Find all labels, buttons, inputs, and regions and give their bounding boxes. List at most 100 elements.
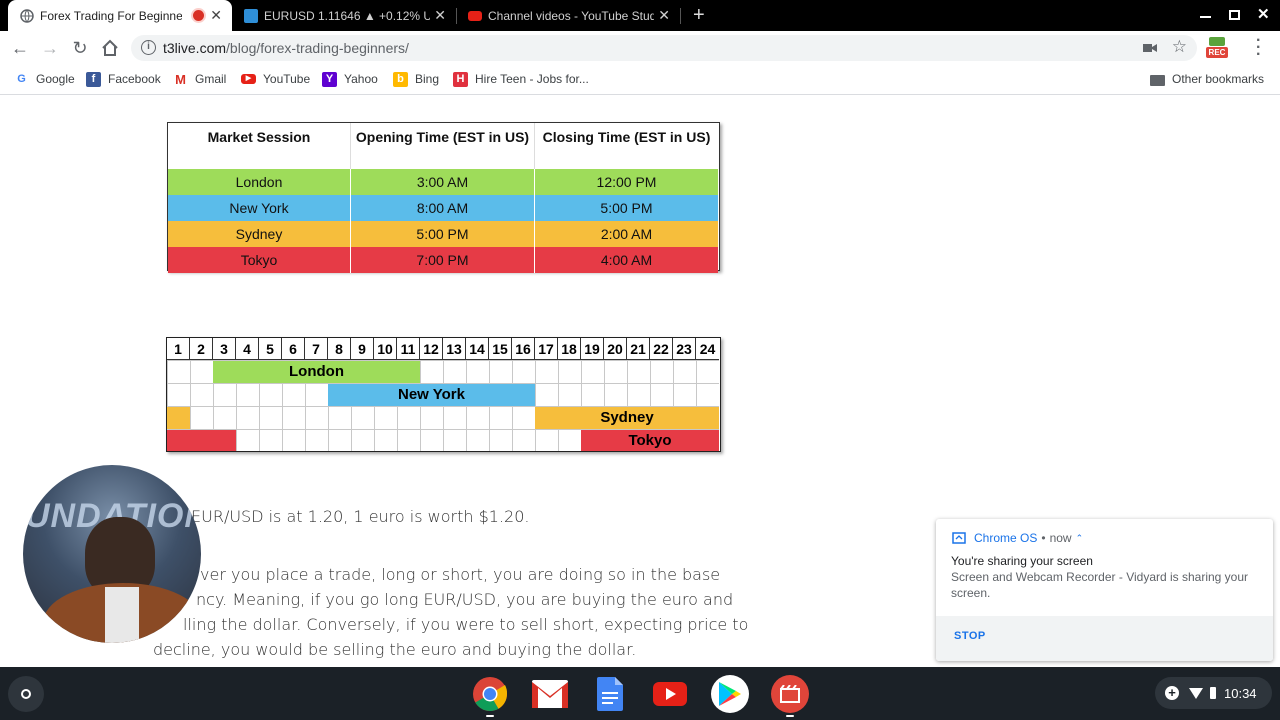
hour-header-row: 1 2 3 4 5 6 7 8 9 10 11 12 13 14 15 16 17 18 19 20 21 22 23 24 — [167, 338, 719, 360]
add-icon: + — [1165, 686, 1179, 700]
clock: 10:34 — [1224, 685, 1257, 701]
gmail-app[interactable] — [531, 675, 569, 713]
site-info-icon[interactable]: i — [141, 40, 156, 55]
table-row: Tokyo 7:00 PM 4:00 AM — [168, 247, 719, 273]
bookmark-yahoo[interactable]: Y Yahoo — [322, 71, 378, 87]
browser-toolbar: ← → ↻ i t3live.com/blog/forex-trading-be… — [0, 31, 1280, 65]
close-tab-icon[interactable]: ✕ — [658, 7, 670, 24]
hour-label: 6 — [282, 338, 305, 360]
webcam-overlay[interactable]: UNDATION — [23, 465, 201, 643]
youtube-app[interactable] — [651, 675, 689, 713]
hour-label: 4 — [236, 338, 259, 360]
google-icon: G — [17, 72, 26, 85]
article-line: lling the dollar. Conversely, if you wer… — [183, 615, 749, 634]
youtube-icon — [653, 682, 687, 706]
menu-kebab-icon[interactable]: · · · — [1256, 33, 1261, 63]
bookmark-youtube[interactable]: ▶ YouTube — [241, 71, 310, 87]
reload-icon[interactable]: ↻ — [70, 38, 90, 58]
session-name: Sydney — [168, 221, 351, 247]
closing-time: 4:00 AM — [535, 247, 718, 273]
hour-label: 18 — [558, 338, 581, 360]
restore-icon[interactable] — [1229, 10, 1240, 20]
tab-separator — [680, 8, 681, 24]
close-tab-icon[interactable]: ✕ — [434, 7, 446, 24]
bookmark-gmail[interactable]: M Gmail — [173, 71, 226, 87]
closing-time: 5:00 PM — [535, 195, 718, 221]
minimize-icon[interactable] — [1200, 16, 1211, 18]
globe-icon — [20, 8, 34, 23]
yahoo-icon: Y — [322, 71, 337, 87]
hour-label: 1 — [167, 338, 190, 360]
chevron-up-icon[interactable]: ⌃ — [1076, 533, 1084, 544]
hour-label: 17 — [535, 338, 558, 360]
session-name: London — [168, 169, 351, 195]
market-session-table: Market Session Opening Time (EST in US) … — [167, 122, 720, 273]
facebook-icon: f — [86, 71, 101, 87]
article-paragraph: EUR/USD is at 1.20, 1 euro is worth $1.2… — [191, 507, 530, 526]
camera-in-use-icon[interactable] — [1143, 42, 1157, 54]
gmail-icon — [532, 680, 568, 708]
tab-eurusd[interactable]: EURUSD 1.11646 ▲ +0.12% Unnamed ✕ — [232, 0, 456, 31]
tab-youtube-studio[interactable]: Channel videos - YouTube Studio ✕ — [456, 0, 680, 31]
tab-title: Channel videos - YouTube Studio — [488, 8, 654, 23]
tradingview-icon — [244, 8, 258, 23]
play-store-app[interactable] — [711, 675, 749, 713]
webcam-person-shirt — [105, 587, 139, 643]
opening-time: 8:00 AM — [351, 195, 535, 221]
running-indicator — [486, 715, 494, 717]
bookmark-hire-teen[interactable]: H Hire Teen - Jobs for... — [453, 71, 589, 87]
url-text[interactable]: t3live.com/blog/forex-trading-beginners/ — [163, 40, 409, 56]
close-tab-icon[interactable]: ✕ — [210, 7, 222, 24]
hour-label: 21 — [627, 338, 650, 360]
column-header: Opening Time (EST in US) — [351, 123, 535, 169]
address-bar[interactable]: i t3live.com/blog/forex-trading-beginner… — [131, 35, 1197, 61]
play-store-icon — [719, 682, 741, 706]
stop-sharing-button[interactable]: STOP — [954, 630, 986, 642]
back-icon[interactable]: ← — [10, 38, 30, 58]
wifi-icon — [1189, 687, 1203, 699]
session-bar-london: London — [213, 361, 420, 383]
hour-label: 24 — [696, 338, 719, 360]
hour-label: 19 — [581, 338, 604, 360]
hour-label: 15 — [489, 338, 512, 360]
new-tab-button[interactable]: + — [693, 4, 705, 27]
bookmark-facebook[interactable]: f Facebook — [86, 71, 161, 87]
other-bookmarks[interactable]: Other bookmarks — [1150, 71, 1264, 87]
bookmarks-bar: G Google f Facebook M Gmail ▶ YouTube Y … — [0, 65, 1280, 95]
rec-badge: REC — [1206, 47, 1228, 58]
hour-label: 7 — [305, 338, 328, 360]
docs-app[interactable] — [591, 675, 629, 713]
column-header: Closing Time (EST in US) — [535, 123, 718, 169]
notification-time: now — [1049, 531, 1072, 545]
table-row: New York 8:00 AM 5:00 PM — [168, 195, 719, 221]
chrome-icon — [473, 677, 508, 711]
session-bar-tokyo: Tokyo — [581, 430, 719, 451]
launcher-button[interactable] — [8, 676, 44, 712]
bookmark-star-icon[interactable]: ☆ — [1172, 37, 1187, 57]
session-bar-wrap — [167, 407, 190, 429]
cast-icon — [952, 532, 966, 544]
table-row: Sydney 5:00 PM 2:00 AM — [168, 221, 719, 247]
forward-icon[interactable]: → — [40, 38, 60, 58]
bookmark-label: Bing — [415, 72, 440, 86]
bookmark-google[interactable]: G Google — [14, 71, 74, 87]
session-bar-new-york: New York — [328, 384, 535, 406]
session-bar-sydney: Sydney — [535, 407, 719, 429]
bookmark-bing[interactable]: b Bing — [393, 71, 439, 87]
bookmark-label: Hire Teen - Jobs for... — [475, 72, 589, 86]
screen-recorder-app[interactable] — [771, 675, 809, 713]
hour-label: 3 — [213, 338, 236, 360]
hour-label: 23 — [673, 338, 696, 360]
chrome-app[interactable] — [471, 675, 509, 713]
session-bar-wrap — [167, 430, 236, 451]
status-tray[interactable]: + 10:34 — [1155, 677, 1272, 709]
close-window-icon[interactable]: ✕ — [1257, 5, 1270, 23]
running-indicator — [786, 715, 794, 717]
home-icon[interactable] — [101, 39, 119, 57]
hour-label: 16 — [512, 338, 535, 360]
hour-label: 8 — [328, 338, 351, 360]
screen-recorder-extension-icon[interactable]: REC — [1206, 37, 1228, 59]
tab-forex-trading[interactable]: Forex Trading For Beginners ✕ — [8, 0, 232, 31]
tab-title: EURUSD 1.11646 ▲ +0.12% Unnamed — [264, 8, 430, 23]
bookmark-label: Yahoo — [344, 72, 378, 86]
